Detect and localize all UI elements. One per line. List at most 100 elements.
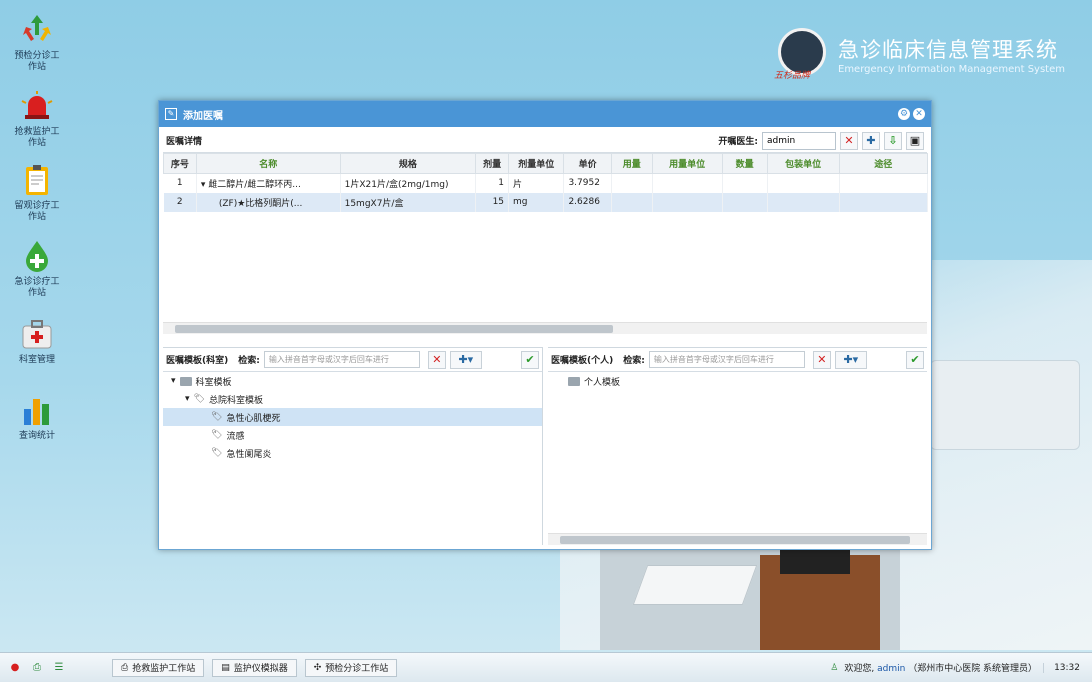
tree-node-label: 个人模板 <box>584 377 621 388</box>
task-button-triage[interactable]: ✣ 预检分诊工作站 <box>304 658 398 677</box>
printer-icon[interactable]: ⎙ <box>30 661 44 675</box>
col-header[interactable]: 剂量 <box>475 153 510 174</box>
scrollbar-thumb[interactable] <box>560 536 910 544</box>
cell-price: 2.6286 <box>563 192 612 212</box>
task-button-monitor[interactable]: ▤ 监护仪模拟器 <box>212 658 297 677</box>
col-header[interactable]: 剂量单位 <box>508 153 565 174</box>
desktop-icon-label-line2: 作站 <box>27 212 46 222</box>
personal-template-title: 医嘱模板(个人) <box>551 356 614 366</box>
desktop-icon-triage[interactable]: 预检分诊工 作站 <box>8 12 66 73</box>
desktop-icon-rescue[interactable]: 抢救监护工 作站 <box>8 88 66 149</box>
col-header[interactable]: 单价 <box>563 153 612 174</box>
tag-icon: 🏷 <box>193 394 205 404</box>
doctor-input[interactable] <box>762 131 836 150</box>
cell-unit: mg <box>508 192 565 212</box>
add-personal-template-dropdown[interactable]: ✚▾ <box>834 350 867 369</box>
cell-name[interactable]: ▾ 雌二醇片/雌二醇环丙... <box>196 173 341 193</box>
delete-template-button[interactable]: ✕ <box>427 350 446 369</box>
cell-route[interactable] <box>839 192 929 212</box>
order-table-scrollbar[interactable] <box>163 322 927 334</box>
tray: ♙ 欢迎您, admin （郑州市中心医院 系统管理员） 13:32 <box>830 661 1092 674</box>
order-table-header: 序号 名称 规格 剂量 剂量单位 单价 用量 用量单位 数量 包装单位 途径 <box>163 153 929 174</box>
personal-search-input[interactable]: 输入拼音首字母或汉字后回车进行 <box>648 351 805 368</box>
col-header[interactable]: 规格 <box>339 153 477 174</box>
import-button[interactable]: ⇩ <box>884 131 902 150</box>
chevron-down-icon[interactable]: ▾ <box>185 394 190 404</box>
expand-icon[interactable]: ▾ <box>201 180 206 190</box>
triage-icon: ✣ <box>313 662 322 673</box>
task-button-label: 抢救监护工作站 <box>132 664 196 674</box>
brand-header: 五杉品牌 急诊临床信息管理系统 Emergency Information Ma… <box>774 28 1078 84</box>
desktop-icon-statistics[interactable]: 查询统计 <box>8 392 66 442</box>
col-header[interactable]: 名称 <box>195 153 341 174</box>
power-icon[interactable]: ● <box>8 661 22 675</box>
cell-name[interactable]: (ZF)★比格列酮片(... <box>196 192 341 212</box>
desktop-icon-label-line1: 留观诊疗工 <box>14 201 60 211</box>
cell-qty[interactable] <box>722 173 768 193</box>
medical-kit-icon <box>19 316 55 352</box>
tree-node-hospital-templates[interactable]: ▾ 🏷 总院科室模板 <box>163 390 542 408</box>
cell-amount[interactable] <box>611 173 653 193</box>
tree-node-label: 科室模板 <box>195 377 232 388</box>
cell-no: 2 <box>163 192 197 212</box>
col-header[interactable]: 包装单位 <box>766 153 840 174</box>
tree-node-template[interactable]: 🏷 急性心肌梗死 <box>163 408 542 426</box>
dialog-icon: ✎ <box>165 108 177 120</box>
dept-search-input[interactable]: 输入拼音首字母或汉字后回车进行 <box>263 351 420 368</box>
desktop-icon-department[interactable]: 科室管理 <box>8 316 66 366</box>
brand-subtitle: Emergency Information Management System <box>838 64 1065 75</box>
cell-amount-unit[interactable] <box>652 192 723 212</box>
desktop-icon-label-line2: 作站 <box>27 138 46 148</box>
cell-spec: 1片X21片/盒(2mg/1mg) <box>340 173 477 193</box>
close-icon[interactable]: ✕ <box>913 108 925 120</box>
brand-title: 急诊临床信息管理系统 <box>838 38 1058 62</box>
dept-template-tree: ▾ 科室模板 ▾ 🏷 总院科室模板 🏷 急性心肌梗死 🏷 流感 🏷 急性阑尾炎 <box>163 372 542 462</box>
desktop-icon-observation[interactable]: 留观诊疗工 作站 <box>8 162 66 223</box>
personal-tree-scrollbar[interactable] <box>548 533 927 545</box>
delete-order-button[interactable]: ✕ <box>840 131 858 150</box>
dialog-titlebar[interactable]: ✎ 添加医嘱 ⚙ ✕ <box>159 101 931 127</box>
col-header[interactable]: 数量 <box>721 153 768 174</box>
cell-pack-unit[interactable] <box>767 192 840 212</box>
cell-route[interactable] <box>839 173 929 193</box>
col-header[interactable]: 用量 <box>610 153 653 174</box>
tree-node-label: 流感 <box>226 431 245 442</box>
bar-chart-icon <box>19 392 55 428</box>
table-row[interactable]: 2 (ZF)★比格列酮片(... 15mgX7片/盒 15 mg 2.6286 <box>163 192 929 212</box>
background-monitor <box>780 548 850 574</box>
tree-node-personal-templates[interactable]: 个人模板 <box>548 372 927 390</box>
dept-template-toolbar: 医嘱模板(科室) 检索: 输入拼音首字母或汉字后回车进行 ✕ ✚▾ ✔ <box>163 348 542 372</box>
chevron-down-icon[interactable]: ▾ <box>171 376 176 386</box>
table-row[interactable]: 1 ▾ 雌二醇片/雌二醇环丙... 1片X21片/盒(2mg/1mg) 1 片 … <box>163 173 929 193</box>
task-button-rescue[interactable]: ⎙ 抢救监护工作站 <box>112 658 205 677</box>
desktop-icon-label-line1: 急诊诊疗工 <box>14 277 60 287</box>
col-header[interactable]: 途径 <box>838 153 929 174</box>
add-template-dropdown[interactable]: ✚▾ <box>449 350 482 369</box>
document-icon[interactable]: ☰ <box>52 661 66 675</box>
task-button-label: 预检分诊工作站 <box>325 664 389 674</box>
add-order-button[interactable]: ✚ <box>862 131 880 150</box>
desktop-icon-emergency[interactable]: 急诊诊疗工 作站 <box>8 238 66 299</box>
col-header[interactable]: 用量单位 <box>651 153 723 174</box>
drop-cross-icon <box>19 238 55 274</box>
delete-personal-template-button[interactable]: ✕ <box>812 350 831 369</box>
triage-arrows-icon <box>19 12 55 48</box>
save-button[interactable]: ▣ <box>906 131 924 150</box>
tree-node-dept-templates[interactable]: ▾ 科室模板 <box>163 372 542 390</box>
cell-amount[interactable] <box>611 192 653 212</box>
tree-node-template[interactable]: 🏷 流感 <box>163 426 542 444</box>
current-user[interactable]: admin <box>877 664 905 674</box>
cell-qty[interactable] <box>722 192 768 212</box>
order-table: 序号 名称 规格 剂量 剂量单位 单价 用量 用量单位 数量 包装单位 途径 1… <box>163 153 929 212</box>
col-header[interactable]: 序号 <box>163 153 197 174</box>
cell-no: 1 <box>163 173 197 193</box>
personal-search-label: 检索: <box>623 356 645 366</box>
confirm-personal-button[interactable]: ✔ <box>906 350 924 369</box>
cell-pack-unit[interactable] <box>767 173 840 193</box>
scrollbar-thumb[interactable] <box>175 325 613 333</box>
tree-node-template[interactable]: 🏷 急性阑尾炎 <box>163 444 542 462</box>
confirm-button[interactable]: ✔ <box>521 350 539 369</box>
cell-amount-unit[interactable] <box>652 173 723 193</box>
desktop-icon-label-line2: 作站 <box>27 62 46 72</box>
settings-icon[interactable]: ⚙ <box>898 108 910 120</box>
